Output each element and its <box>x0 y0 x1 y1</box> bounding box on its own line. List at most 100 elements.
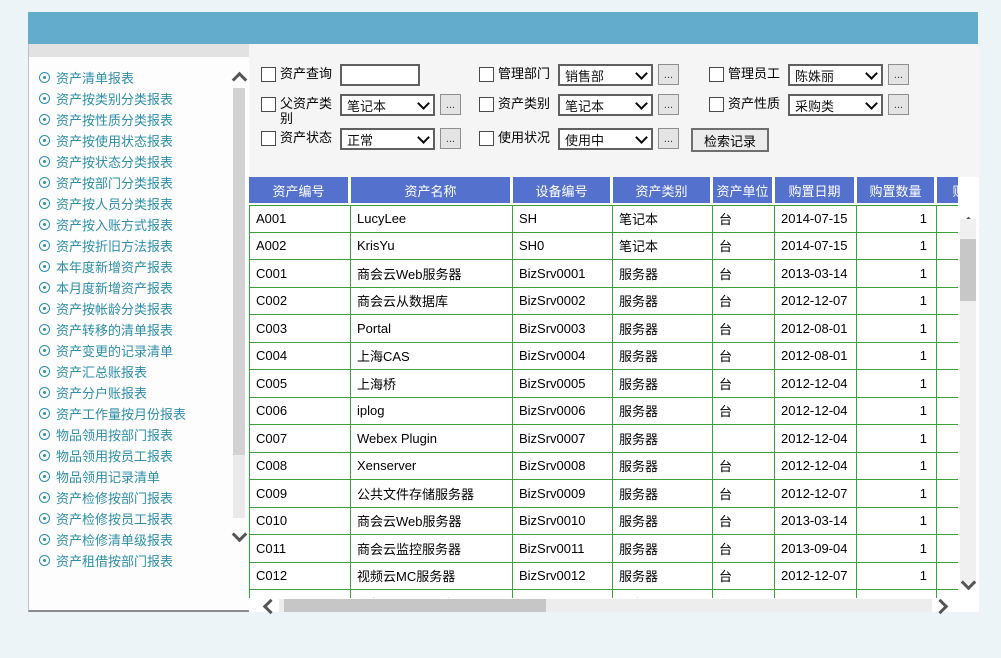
table-cell: 上海CAS <box>351 343 513 371</box>
sidebar-report-link[interactable]: 资产按入账方式报表 <box>39 214 249 235</box>
table-horizontal-scrollbar[interactable] <box>249 598 958 612</box>
table-row[interactable]: C010商会云Web服务器BizSrv0010服务器台2013-03-141 <box>249 508 958 536</box>
parent-category-more-button[interactable]: ... <box>440 94 461 115</box>
table-row[interactable]: C007Webex PluginBizSrv0007服务器2012-12-041 <box>249 425 958 453</box>
table-row[interactable]: C009公共文件存储服务器BizSrv0009服务器台2012-12-071 <box>249 480 958 508</box>
manage-staff-checkbox[interactable] <box>709 67 724 82</box>
asset-status-more-button[interactable]: ... <box>440 128 461 149</box>
table-cell: 1 <box>857 398 937 426</box>
parent-category-checkbox[interactable] <box>261 97 276 112</box>
scroll-left-icon[interactable] <box>263 599 279 615</box>
sidebar-scrollbar[interactable] <box>232 72 246 540</box>
table-row[interactable]: C004上海CASBizSrv0004服务器台2012-08-011 <box>249 343 958 371</box>
table-row[interactable]: C003PortalBizSrv0003服务器台2012-08-011 <box>249 315 958 343</box>
sidebar-report-link[interactable]: 本月度新增资产报表 <box>39 277 249 298</box>
table-vertical-scrollbar[interactable] <box>958 205 978 598</box>
asset-query-checkbox[interactable] <box>261 67 276 82</box>
manage-dept-more-button[interactable]: ... <box>658 64 679 85</box>
table-cell: 1 <box>857 563 937 591</box>
asset-nature-more-button[interactable]: ... <box>888 94 909 115</box>
table-row[interactable]: C005上海桥BizSrv0005服务器台2012-12-041 <box>249 370 958 398</box>
table-row[interactable]: C008XenserverBizSrv0008服务器台2012-12-041 <box>249 453 958 481</box>
sidebar-report-link[interactable]: 资产分户账报表 <box>39 382 249 403</box>
sidebar-report-link[interactable]: 资产按帐龄分类报表 <box>39 298 249 319</box>
table-header-row: 资产编号 资产名称 设备编号 资产类别 资产单位 购置日期 购置数量 购置 <box>249 177 958 205</box>
usage-status-select[interactable]: 使用中 <box>558 128 653 150</box>
sidebar-report-link[interactable]: 资产检修清单级报表 <box>39 529 249 550</box>
asset-nature-checkbox[interactable] <box>709 97 724 112</box>
sidebar-report-link[interactable]: 资产清单报表 <box>39 67 249 88</box>
bullet-radio-icon <box>39 303 50 314</box>
usage-status-checkbox[interactable] <box>479 131 494 146</box>
horizontal-scroll-thumb[interactable] <box>284 599 546 612</box>
sidebar-report-link[interactable]: 本年度新增资产报表 <box>39 256 249 277</box>
asset-category-checkbox[interactable] <box>479 97 494 112</box>
sidebar-item-label: 资产工作量按月份报表 <box>56 404 186 423</box>
manage-dept-select[interactable]: 销售部 <box>558 64 653 86</box>
table-cell: 商会云Web服务器 <box>351 508 513 536</box>
table-row[interactable]: A002KrisYuSH0笔记本台2014-07-151 <box>249 233 958 261</box>
sidebar-scroll-thumb[interactable] <box>233 88 245 455</box>
sidebar-report-link[interactable]: 资产汇总账报表 <box>39 361 249 382</box>
table-row[interactable]: A001LucyLeeSH笔记本台2014-07-151 <box>249 205 958 233</box>
table-row[interactable]: C001商会云Web服务器BizSrv0001服务器台2013-03-141 <box>249 260 958 288</box>
sidebar-item-label: 资产转移的清单报表 <box>56 320 173 339</box>
asset-query-input[interactable] <box>340 64 420 86</box>
sidebar-report-link[interactable]: 资产按类别分类报表 <box>39 88 249 109</box>
sidebar-report-link[interactable]: 资产工作量按月份报表 <box>39 403 249 424</box>
asset-category-more-button[interactable]: ... <box>658 94 679 115</box>
table-column-header[interactable]: 购置日期 <box>775 177 857 205</box>
sidebar-report-link[interactable]: 资产按部门分类报表 <box>39 172 249 193</box>
table-column-header[interactable]: 资产类别 <box>613 177 713 205</box>
horizontal-scroll-track[interactable] <box>279 599 932 612</box>
sidebar-scroll-track[interactable] <box>233 88 245 518</box>
manage-staff-more-button[interactable]: ... <box>888 64 909 85</box>
sidebar-report-link[interactable]: 资产转移的清单报表 <box>39 319 249 340</box>
manage-dept-checkbox[interactable] <box>479 67 494 82</box>
usage-status-more-button[interactable]: ... <box>658 128 679 149</box>
table-row[interactable]: C011商会云监控服务器BizSrv0011服务器台2013-09-041 <box>249 535 958 563</box>
table-column-header[interactable]: 资产名称 <box>351 177 513 205</box>
sidebar-report-link[interactable]: 资产按折旧方法报表 <box>39 235 249 256</box>
scroll-down-icon[interactable] <box>232 527 248 543</box>
sidebar-report-link[interactable]: 资产按状态分类报表 <box>39 151 249 172</box>
asset-status-checkbox[interactable] <box>261 131 276 146</box>
sidebar-report-link[interactable]: 物品领用按部门报表 <box>39 424 249 445</box>
manage-staff-select[interactable]: 陈姝丽 <box>788 64 883 86</box>
sidebar-report-link[interactable]: 资产检修按部门报表 <box>39 487 249 508</box>
table-cell: C009 <box>249 480 351 508</box>
scroll-right-icon[interactable] <box>933 599 949 615</box>
parent-category-select[interactable]: 笔记本 <box>340 94 435 116</box>
table-row[interactable]: C006iplogBizSrv0006服务器台2012-12-041 <box>249 398 958 426</box>
sidebar-report-link[interactable]: 资产租借按部门报表 <box>39 550 249 571</box>
sidebar-item-label: 物品领用记录清单 <box>56 467 160 486</box>
table-column-header[interactable]: 资产单位 <box>713 177 775 205</box>
asset-category-select[interactable]: 笔记本 <box>558 94 653 116</box>
sidebar-report-link[interactable]: 物品领用记录清单 <box>39 466 249 487</box>
vertical-scroll-track[interactable] <box>960 219 976 584</box>
table-row[interactable]: C002商会云从数据库BizSrv0002服务器台2012-12-071 <box>249 288 958 316</box>
asset-status-select[interactable]: 正常 <box>340 128 435 150</box>
asset-nature-select[interactable]: 采购类 <box>788 94 883 116</box>
sidebar-report-link[interactable]: 资产变更的记录清单 <box>39 340 249 361</box>
table-cell: C010 <box>249 508 351 536</box>
table-cell: 1 <box>857 233 937 261</box>
table-cell <box>937 288 958 316</box>
table-row[interactable]: C013视频云Portal服务器BizSrv0013服务器台2012-02-03… <box>249 590 958 598</box>
sidebar-report-link[interactable]: 资产按使用状态报表 <box>39 130 249 151</box>
bullet-radio-icon <box>39 513 50 524</box>
table-row[interactable]: C012视频云MC服务器BizSrv0012服务器台2012-12-071 <box>249 563 958 591</box>
sidebar-report-link[interactable]: 资产按人员分类报表 <box>39 193 249 214</box>
table-column-header[interactable]: 购置 <box>937 177 958 205</box>
table-column-header[interactable]: 资产编号 <box>249 177 351 205</box>
sidebar-report-link[interactable]: 资产检修按员工报表 <box>39 508 249 529</box>
bullet-radio-icon <box>39 408 50 419</box>
scroll-up-icon[interactable] <box>232 72 248 88</box>
search-records-button[interactable]: 检索记录 <box>691 128 769 152</box>
table-column-header[interactable]: 购置数量 <box>857 177 937 205</box>
sidebar-report-link[interactable]: 物品领用按员工报表 <box>39 445 249 466</box>
table-column-header[interactable]: 设备编号 <box>513 177 613 205</box>
vertical-scroll-thumb[interactable] <box>960 239 976 301</box>
table-cell: 2013-03-14 <box>775 260 857 288</box>
sidebar-report-link[interactable]: 资产按性质分类报表 <box>39 109 249 130</box>
